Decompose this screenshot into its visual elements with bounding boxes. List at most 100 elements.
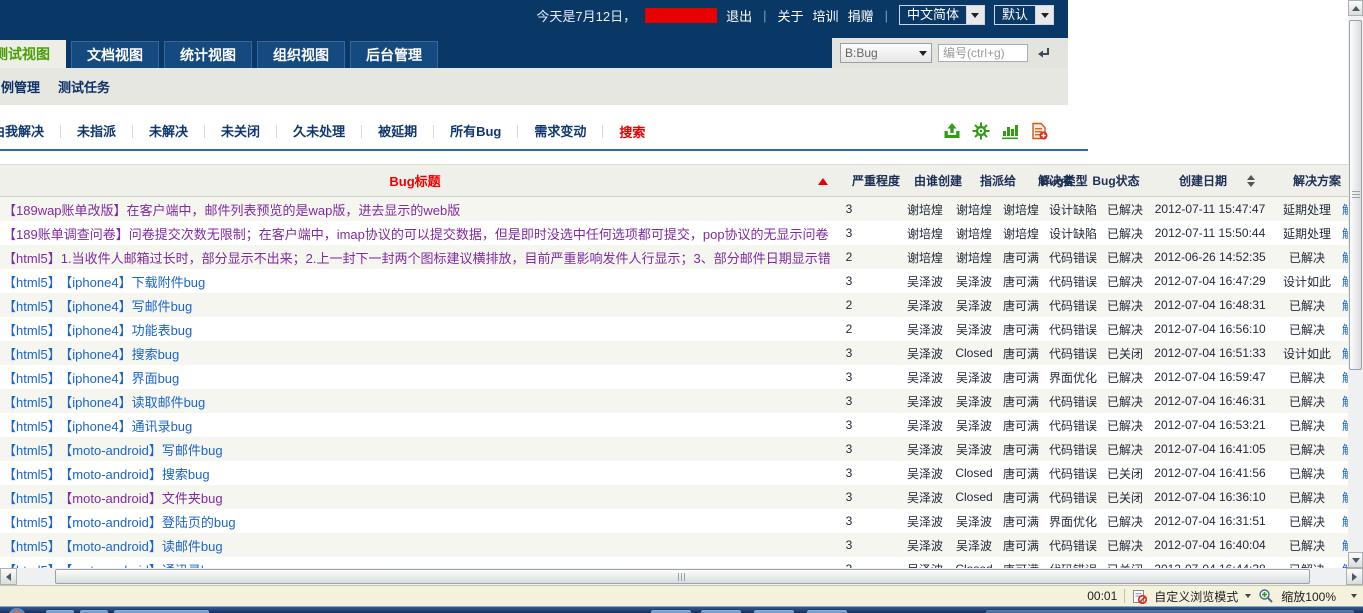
bug-title-link[interactable]: 【189wap账单改版】在客户端中，邮件列表预览的是wap版，进去显示的web版 <box>3 203 460 218</box>
resolver-cell[interactable]: 唐可满 <box>998 537 1044 554</box>
resolver-cell[interactable]: 唐可满 <box>998 465 1044 482</box>
enter-icon[interactable] <box>1034 46 1051 61</box>
assigned-cell[interactable]: 吴泽波 <box>950 537 998 554</box>
column-header-severity[interactable]: 严重程度 <box>830 172 900 189</box>
assigned-cell[interactable]: 吴泽波 <box>950 417 998 434</box>
scroll-left-button[interactable] <box>0 568 17 585</box>
filter-long-pending[interactable]: 久未处理 <box>277 124 363 138</box>
resolver-cell[interactable]: 唐可满 <box>998 441 1044 458</box>
menu-item-case-manage[interactable]: 用例管理 <box>0 77 40 96</box>
bug-title-link[interactable]: 【moto-android】搜索bug <box>66 467 210 482</box>
resolver-cell[interactable]: 唐可满 <box>998 513 1044 530</box>
filter-unassigned[interactable]: 未指派 <box>61 124 134 138</box>
creator-cell[interactable]: 谢培煌 <box>888 225 950 242</box>
assigned-cell[interactable]: Closed <box>950 346 998 360</box>
tab-org-view[interactable]: 组织视图 <box>257 41 345 68</box>
taskbar-button[interactable] <box>650 609 692 613</box>
bug-title-link[interactable]: 【moto-android】读邮件bug <box>66 539 223 554</box>
windows-taskbar[interactable] <box>0 606 1363 613</box>
bug-title-link[interactable]: 【iphone4】读取邮件bug <box>66 395 205 410</box>
resolver-cell[interactable]: 唐可满 <box>998 393 1044 410</box>
filter-search-link[interactable]: 搜索 <box>619 122 645 141</box>
browse-mode-label[interactable]: 自定义浏览模式 <box>1154 588 1238 605</box>
assigned-cell[interactable]: 谢培煌 <box>950 225 998 242</box>
creator-cell[interactable]: 谢培煌 <box>888 201 950 218</box>
filter-all-bugs[interactable]: 所有Bug <box>434 124 519 138</box>
module-link[interactable]: 【html5】 <box>3 515 61 530</box>
column-header-created-date[interactable]: 创建日期 <box>1148 172 1272 189</box>
creator-cell[interactable]: 吴泽波 <box>888 537 950 554</box>
assigned-cell[interactable]: 吴泽波 <box>950 297 998 314</box>
bug-title-link[interactable]: 【moto-android】文件夹bug <box>66 491 223 506</box>
bug-title-link[interactable]: 【iphone4】功能表bug <box>66 323 192 338</box>
filter-unresolved[interactable]: 未解决 <box>133 124 206 138</box>
module-link[interactable]: 【html5】 <box>3 467 61 482</box>
resolver-cell[interactable]: 唐可满 <box>998 489 1044 506</box>
donate-link[interactable]: 捐赠 <box>848 6 874 25</box>
scroll-down-button[interactable] <box>1348 552 1363 568</box>
start-orb[interactable] <box>8 608 26 613</box>
resolver-cell[interactable]: 唐可满 <box>998 417 1044 434</box>
bug-title-link[interactable]: 【iphone4】界面bug <box>66 371 179 386</box>
chevron-down-icon[interactable] <box>1245 594 1252 598</box>
creator-cell[interactable]: 吴泽波 <box>888 489 950 506</box>
horizontal-scroll-thumb[interactable] <box>55 569 1310 584</box>
resolver-cell[interactable]: 唐可满 <box>998 321 1044 338</box>
column-header-bug-status[interactable]: Bug状态 <box>1092 172 1148 189</box>
module-link[interactable]: 【html5】 <box>3 275 61 290</box>
taskbar-panel[interactable] <box>985 609 1355 613</box>
creator-cell[interactable]: 吴泽波 <box>888 273 950 290</box>
module-link[interactable]: 【html5】 <box>3 395 61 410</box>
taskbar-button[interactable] <box>753 609 795 613</box>
tab-doc-view[interactable]: 文档视图 <box>71 41 159 68</box>
theme-select[interactable]: 默认 <box>993 5 1054 25</box>
tab-admin-view[interactable]: 后台管理 <box>350 41 438 68</box>
resolver-cell[interactable]: 唐可满 <box>998 297 1044 314</box>
creator-cell[interactable]: 吴泽波 <box>888 441 950 458</box>
training-link[interactable]: 培训 <box>813 6 839 25</box>
creator-cell[interactable]: 吴泽波 <box>888 513 950 530</box>
tab-test-view[interactable]: 测试视图 <box>0 40 66 68</box>
creator-cell[interactable]: 吴泽波 <box>888 561 950 569</box>
assigned-cell[interactable]: 吴泽波 <box>950 513 998 530</box>
creator-cell[interactable]: 谢培煌 <box>888 249 950 266</box>
creator-cell[interactable]: 吴泽波 <box>888 345 950 362</box>
chart-icon[interactable] <box>1001 122 1019 140</box>
column-header-assigned[interactable]: 指派给 <box>950 172 1016 189</box>
filter-story-change[interactable]: 需求变动 <box>518 124 604 138</box>
filter-resolved-by-me[interactable]: 由我解决 <box>0 124 62 138</box>
export-icon[interactable] <box>943 122 961 140</box>
taskbar-button[interactable] <box>113 609 210 613</box>
module-link[interactable]: 【html5】 <box>3 491 61 506</box>
menu-item-test-task[interactable]: 测试任务 <box>58 77 110 96</box>
about-link[interactable]: 关于 <box>778 6 804 25</box>
creator-cell[interactable]: 吴泽波 <box>888 369 950 386</box>
bug-title-link[interactable]: 【189账单调查问卷】问卷提交次数无限制；在客户端中，imap协议的可以提交数据… <box>3 227 829 242</box>
filter-postponed[interactable]: 被延期 <box>362 124 435 138</box>
column-header-resolver[interactable]: 解决者 <box>998 172 1074 189</box>
creator-cell[interactable]: 吴泽波 <box>888 393 950 410</box>
module-link[interactable]: 【html5】 <box>3 347 61 362</box>
module-link[interactable]: 【html5】 <box>3 299 61 314</box>
tab-stats-view[interactable]: 统计视图 <box>164 41 252 68</box>
resolver-cell[interactable]: 唐可满 <box>998 249 1044 266</box>
creator-cell[interactable]: 吴泽波 <box>888 321 950 338</box>
column-header-resolution[interactable]: 解决方案 <box>1272 172 1342 189</box>
language-select[interactable]: 中文简体 <box>898 5 985 25</box>
bug-title-link[interactable]: 【iphone4】写邮件bug <box>66 299 192 314</box>
filter-unclosed[interactable]: 未关闭 <box>205 124 278 138</box>
search-type-select[interactable]: B:Bug <box>840 43 932 63</box>
assigned-cell[interactable]: 吴泽波 <box>950 369 998 386</box>
export-file-icon[interactable] <box>1030 122 1048 140</box>
taskbar-button[interactable] <box>700 609 742 613</box>
module-link[interactable]: 【html5】 <box>3 539 61 554</box>
taskbar-button[interactable] <box>45 609 75 613</box>
assigned-cell[interactable]: 谢培煌 <box>950 249 998 266</box>
assigned-cell[interactable]: Closed <box>950 466 998 480</box>
logout-link[interactable]: 退出 <box>726 6 752 25</box>
resolver-cell[interactable]: 唐可满 <box>998 345 1044 362</box>
module-link[interactable]: 【html5】 <box>3 371 61 386</box>
chevron-down-icon[interactable] <box>1351 594 1357 598</box>
bug-title-link[interactable]: 【html5】1.当收件人邮箱过长时，部分显示不出来；2.上一封下一封两个图标建… <box>3 251 830 266</box>
assigned-cell[interactable]: 吴泽波 <box>950 393 998 410</box>
